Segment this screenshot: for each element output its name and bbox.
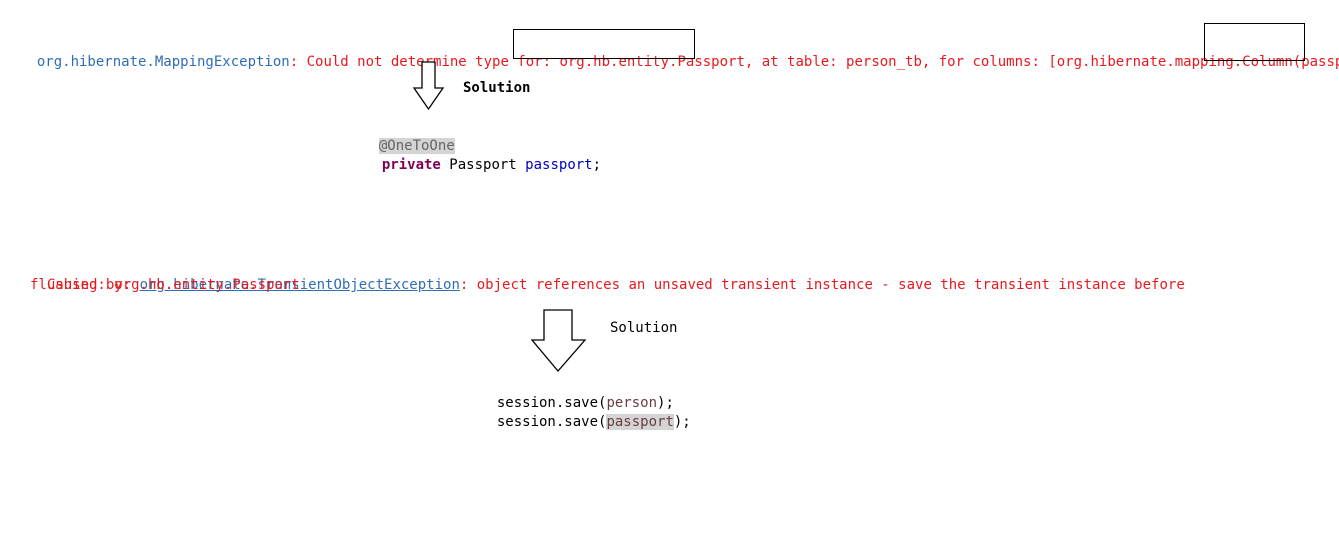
field-type: Passport	[440, 157, 526, 173]
statement-terminator: ;	[592, 157, 602, 173]
passport-argument: passport	[606, 414, 674, 430]
solution-label: Solution	[463, 80, 531, 96]
save-passport-line: session.save(passport);	[480, 394, 691, 432]
code-field-line: private Passport passport;	[365, 137, 601, 175]
private-keyword: private	[381, 157, 441, 173]
entity-highlight-box	[513, 29, 695, 59]
transient-exception-line-2: flushing: org.hb.entity.Passport	[30, 277, 300, 293]
transient-exception-message: : object references an unsaved transient…	[459, 277, 1185, 293]
mapping-exception-class[interactable]: org.hibernate.MappingException	[37, 54, 290, 70]
down-arrow-icon	[413, 61, 445, 111]
save-call-suffix: );	[673, 414, 691, 430]
save-call-prefix: session.save(	[496, 414, 607, 430]
column-highlight-box	[1204, 23, 1305, 61]
field-name: passport	[525, 157, 593, 173]
down-arrow-icon	[531, 309, 587, 373]
solution-label: Solution	[610, 320, 678, 336]
